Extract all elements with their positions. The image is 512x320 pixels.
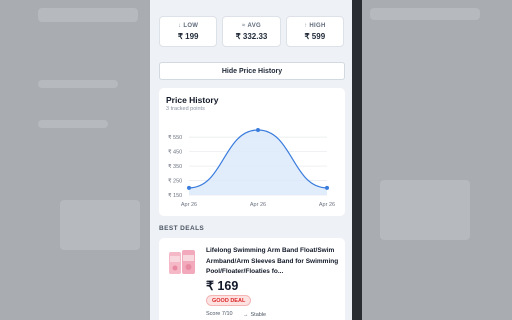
y-tick-label: ₹ 250 (168, 178, 182, 185)
x-tick-label: Apr 26 (250, 202, 266, 208)
y-tick-label: ₹ 150 (168, 192, 182, 199)
background-block (60, 200, 140, 250)
data-point (256, 128, 260, 132)
product-image (169, 250, 195, 274)
data-point (187, 185, 191, 190)
deal-card[interactable]: Lifelong Swimming Arm Band Float/Swim Ar… (159, 238, 345, 320)
deal-trend: → Stable (243, 312, 266, 318)
stat-label: AVG (247, 22, 262, 29)
x-tick-label: Apr 26 (181, 202, 197, 208)
price-history-card: Price History 3 tracked points ₹ 550 ₹ 45… (159, 88, 345, 216)
approx-icon: ≈ (241, 22, 246, 29)
x-tick-label: Apr 26 (319, 202, 335, 208)
deal-price: ₹ 169 (206, 279, 239, 293)
stat-high: ↑ HIGH ₹ 599 (285, 16, 344, 47)
hide-price-history-button[interactable]: Hide Price History (159, 62, 345, 80)
arrow-right-icon: → (243, 312, 249, 318)
price-history-chart: ₹ 550 ₹ 450 ₹ 350 ₹ 250 ₹ 150 Apr 26 Apr 26 Apr… (168, 128, 335, 208)
background-block (380, 180, 470, 240)
stat-value: ₹ 199 (177, 31, 199, 41)
deal-trend-label: Stable (250, 312, 267, 318)
area-fill (189, 130, 327, 195)
background-block (38, 8, 138, 22)
arrow-up-icon: ↑ (304, 22, 308, 29)
stat-label: LOW (183, 22, 199, 29)
price-tracker-panel: ↓ LOW ₹ 199 ≈ AVG ₹ 332.33 ↑ HIGH ₹ 599 … (150, 0, 352, 320)
background-block (38, 80, 118, 88)
background-block (370, 8, 480, 20)
data-point (325, 185, 329, 190)
price-stats: ↓ LOW ₹ 199 ≈ AVG ₹ 332.33 ↑ HIGH ₹ 599 (159, 16, 344, 47)
deal-score: Score 7/10 (206, 311, 233, 317)
stat-value: ₹ 332.33 (235, 31, 268, 41)
y-tick-label: ₹ 550 (168, 134, 182, 141)
good-deal-badge: GOOD DEAL (206, 295, 252, 306)
y-tick-label: ₹ 450 (168, 149, 182, 156)
stat-avg: ≈ AVG ₹ 332.33 (222, 16, 281, 47)
background-block (38, 120, 108, 128)
y-tick-label: ₹ 350 (168, 163, 182, 170)
deal-title[interactable]: Lifelong Swimming Arm Band Float/Swim Ar… (206, 246, 340, 278)
best-deals-heading: BEST DEALS (159, 225, 205, 232)
stat-low: ↓ LOW ₹ 199 (159, 16, 218, 47)
arrow-down-icon: ↓ (178, 22, 182, 29)
stat-label: HIGH (309, 22, 326, 29)
stat-value: ₹ 599 (304, 31, 326, 41)
